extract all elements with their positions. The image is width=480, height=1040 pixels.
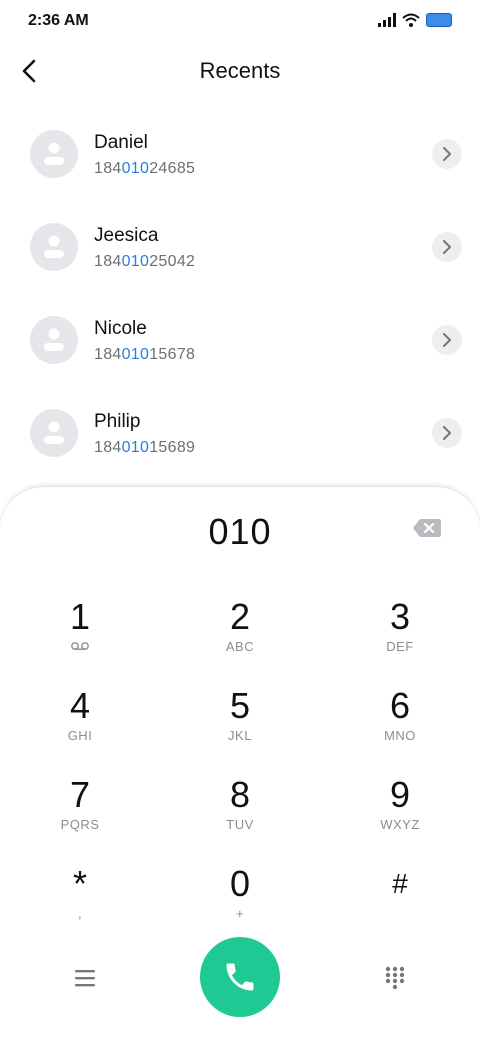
key-letters: TUV (226, 817, 254, 832)
contact-name: Philip (94, 411, 141, 432)
avatar (30, 316, 78, 364)
contact-number: 18401015678 (94, 346, 195, 364)
voicemail-icon (71, 642, 89, 650)
key-digit: 3 (389, 596, 411, 637)
key-5[interactable]: 5 JKL (180, 686, 300, 766)
chevron-right-icon (443, 147, 451, 161)
contact-number: 18401024685 (94, 160, 195, 178)
contact-detail-button[interactable] (432, 139, 462, 169)
key-digit: 2 (229, 596, 251, 637)
chevron-right-icon (443, 426, 451, 440)
key-1[interactable]: 1 (20, 597, 140, 677)
dialpad-toggle-button[interactable] (384, 965, 406, 991)
key-letters: ABC (225, 639, 255, 654)
status-time: 2:36 AM (28, 12, 89, 29)
number-match: 010 (121, 160, 150, 177)
number-match: 010 (121, 439, 150, 456)
key-6[interactable]: 6 MNO (340, 686, 460, 766)
key-digit: 8 (229, 774, 251, 815)
menu-icon (75, 970, 95, 987)
status-icons (378, 13, 452, 27)
number-suffix: 25042 (149, 253, 196, 270)
key-digit: 9 (389, 774, 411, 815)
avatar (30, 409, 78, 457)
key-7[interactable]: 7 PQRS (20, 775, 140, 855)
menu-button[interactable] (70, 965, 100, 991)
key-8[interactable]: 8 TUV (180, 775, 300, 855)
contact-row-philip[interactable]: Philip 18401015689 (0, 386, 480, 479)
key-letters: , (77, 906, 83, 921)
key-digit: * (72, 863, 87, 904)
dialer-bottom-bar (0, 937, 480, 1017)
dialer-sheet: 010 1 2 ABC 3 DEF 4 GHI 5 JKL 6 MNO 7 PQ… (0, 486, 480, 1040)
key-3[interactable]: 3 DEF (340, 597, 460, 677)
number-suffix: 24685 (149, 160, 196, 177)
status-bar: 2:36 AM (0, 0, 480, 44)
contact-row-nicole[interactable]: Nicole 18401015678 (0, 293, 480, 386)
dial-input[interactable]: 010 (0, 511, 480, 553)
backspace-button[interactable] (412, 517, 442, 539)
key-digit: 6 (389, 685, 411, 726)
avatar-icon (44, 328, 64, 351)
contact-detail-button[interactable] (432, 325, 462, 355)
key-hash[interactable]: # (340, 864, 460, 944)
number-prefix: 184 (94, 439, 122, 456)
avatar-icon (44, 235, 64, 258)
avatar (30, 223, 78, 271)
contact-name: Jeesica (94, 225, 159, 246)
key-digit: # (392, 868, 408, 899)
contact-name: Nicole (94, 318, 147, 339)
key-digit: 4 (69, 685, 91, 726)
contact-number: 18401025042 (94, 253, 195, 271)
contact-list: Daniel 18401024685 Jeesica 18401025042 N… (0, 107, 480, 479)
number-match: 010 (121, 346, 150, 363)
key-letters: GHI (67, 728, 93, 743)
contact-row-daniel[interactable]: Daniel 18401024685 (0, 107, 480, 200)
key-letters: JKL (228, 728, 252, 743)
avatar-icon (44, 421, 64, 444)
call-button[interactable] (200, 937, 280, 1017)
key-digit: 7 (69, 774, 91, 815)
key-digit: 1 (69, 596, 91, 637)
number-prefix: 184 (94, 160, 122, 177)
contact-row-jeesica[interactable]: Jeesica 18401025042 (0, 200, 480, 293)
number-prefix: 184 (94, 346, 122, 363)
page-title: Recents (199, 58, 281, 83)
number-suffix: 15678 (149, 346, 196, 363)
contact-detail-button[interactable] (432, 418, 462, 448)
contact-name: Daniel (94, 132, 148, 153)
key-digit: 5 (229, 685, 251, 726)
phone-icon (226, 963, 254, 991)
wifi-icon (402, 13, 420, 27)
key-letters: WXYZ (380, 817, 420, 832)
contact-number: 18401015689 (94, 439, 195, 457)
key-0[interactable]: 0 + (180, 864, 300, 944)
key-letters: MNO (384, 728, 416, 743)
key-letters: PQRS (60, 817, 100, 832)
key-4[interactable]: 4 GHI (20, 686, 140, 766)
key-9[interactable]: 9 WXYZ (340, 775, 460, 855)
number-match: 010 (121, 253, 150, 270)
dialpad-icon (385, 966, 405, 990)
contact-detail-button[interactable] (432, 232, 462, 262)
header: Recents (0, 48, 480, 96)
key-star[interactable]: * , (20, 864, 140, 944)
number-suffix: 15689 (149, 439, 196, 456)
number-prefix: 184 (94, 253, 122, 270)
key-digit: 0 (229, 863, 251, 904)
key-2[interactable]: 2 ABC (180, 597, 300, 677)
key-letters: DEF (386, 639, 414, 654)
key-letters: + (235, 906, 245, 921)
battery-icon (426, 13, 452, 27)
backspace-icon (413, 519, 441, 537)
chevron-right-icon (443, 240, 451, 254)
avatar-icon (44, 142, 64, 165)
avatar (30, 130, 78, 178)
chevron-right-icon (443, 333, 451, 347)
signal-icon (378, 13, 396, 27)
